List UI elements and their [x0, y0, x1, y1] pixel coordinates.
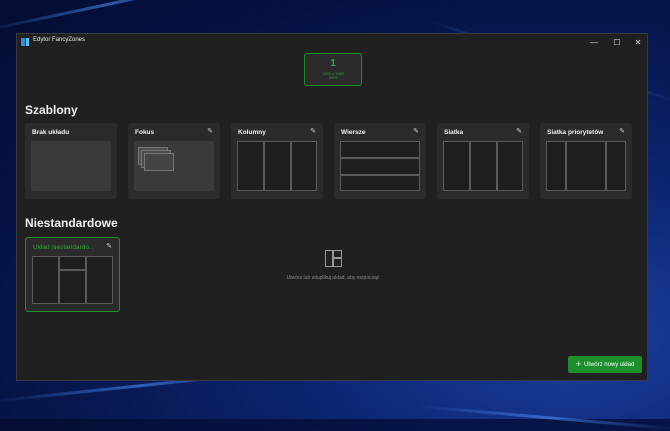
- zone: [340, 158, 420, 175]
- wallpaper-streak: [419, 405, 670, 431]
- template-card-rows[interactable]: Wiersze ✎: [334, 123, 426, 199]
- template-label: Siatka priorytetów: [547, 129, 604, 136]
- edit-pencil-icon[interactable]: ✎: [516, 127, 522, 135]
- create-new-layout-button[interactable]: + Utwórz nowy układ: [568, 356, 642, 373]
- empty-state-text: Utwórz lub zduplikuj układ, aby rozpoczą…: [286, 275, 380, 281]
- edit-pencil-icon[interactable]: ✎: [619, 127, 625, 135]
- template-label: Fokus: [135, 129, 155, 136]
- template-label: Kolumny: [238, 129, 266, 136]
- edit-pencil-icon[interactable]: ✎: [310, 127, 316, 135]
- template-label: Siatka: [444, 129, 464, 136]
- close-button[interactable]: ✕: [627, 34, 649, 50]
- layout-preview-custom: [32, 256, 113, 304]
- fancyzones-editor-window: Edytor FancyZones — ☐ ✕ 1 1920 x 1080 10…: [16, 33, 648, 381]
- custom-layout-label: Układ niestandardo...: [33, 244, 95, 251]
- zone: [497, 141, 523, 191]
- layout-preview-focus: [134, 141, 214, 191]
- zone: [606, 141, 626, 191]
- layout-placeholder-icon: [325, 250, 342, 267]
- zone: [237, 141, 264, 191]
- fancyzones-app-icon: [21, 38, 29, 46]
- zone: [264, 141, 291, 191]
- layout-preview-blank: [31, 141, 111, 191]
- wallpaper-streak: [0, 0, 235, 33]
- zone: [59, 270, 86, 304]
- template-card-grid[interactable]: Siatka ✎: [437, 123, 529, 199]
- layout-preview-columns: [237, 141, 317, 191]
- custom-heading: Niestandardowe: [25, 216, 118, 230]
- maximize-button[interactable]: ☐: [606, 34, 628, 50]
- monitor-number: 1: [330, 58, 336, 69]
- layout-preview-priority-grid: [546, 141, 626, 191]
- custom-layout-card[interactable]: Układ niestandardo... ✎: [25, 237, 120, 312]
- monitor-scale: 100%: [328, 76, 338, 80]
- template-label: Brak układu: [32, 129, 70, 136]
- template-card-blank[interactable]: Brak układu: [25, 123, 117, 199]
- template-label: Wiersze: [341, 129, 366, 136]
- layout-preview-grid: [443, 141, 523, 191]
- minimize-button[interactable]: —: [583, 34, 605, 50]
- zone: [340, 175, 420, 191]
- zone: [443, 141, 470, 191]
- zone: [144, 153, 174, 171]
- zone: [340, 141, 420, 158]
- monitor-selector-1[interactable]: 1 1920 x 1080 100%: [304, 53, 362, 86]
- zone: [86, 256, 113, 304]
- edit-pencil-icon[interactable]: ✎: [106, 242, 112, 250]
- zone: [546, 141, 566, 191]
- zone: [32, 256, 59, 304]
- zone: [291, 141, 317, 191]
- title-bar: Edytor FancyZones — ☐ ✕: [17, 34, 647, 50]
- zone: [59, 256, 86, 270]
- template-card-focus[interactable]: Fokus ✎: [128, 123, 220, 199]
- template-card-columns[interactable]: Kolumny ✎: [231, 123, 323, 199]
- zone: [470, 141, 497, 191]
- zone: [566, 141, 606, 191]
- layout-preview-rows: [340, 141, 420, 191]
- edit-pencil-icon[interactable]: ✎: [207, 127, 213, 135]
- plus-icon: +: [575, 359, 581, 369]
- window-title: Edytor FancyZones: [33, 37, 86, 43]
- templates-heading: Szablony: [25, 103, 78, 117]
- edit-pencil-icon[interactable]: ✎: [413, 127, 419, 135]
- create-new-layout-label: Utwórz nowy układ: [583, 361, 635, 368]
- template-card-priority-grid[interactable]: Siatka priorytetów ✎: [540, 123, 632, 199]
